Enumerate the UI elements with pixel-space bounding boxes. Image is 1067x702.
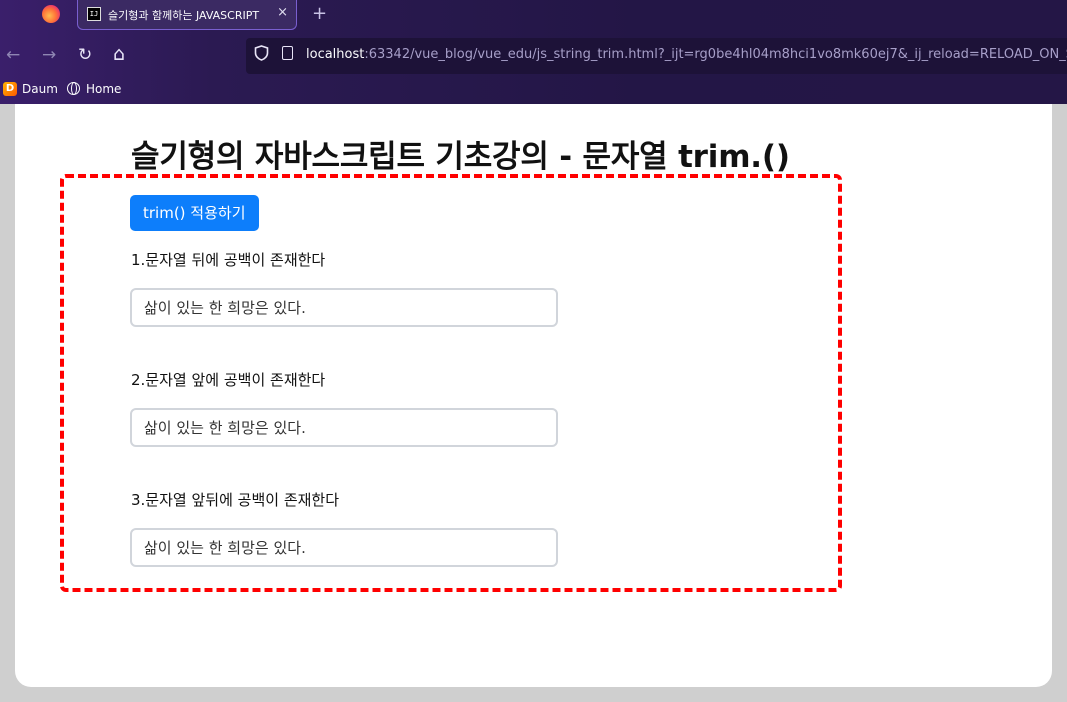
field-label-3: 3.문자열 앞뒤에 공백이 존재한다 [131, 491, 340, 509]
browser-chrome: IJ 슬기형과 함께하는 JAVASCRIPT × + ← → ↻ ⌂ loca… [0, 0, 1067, 104]
home-icon[interactable]: ⌂ [113, 43, 125, 65]
tab-strip: IJ 슬기형과 함께하는 JAVASCRIPT × + [0, 0, 1067, 30]
new-tab-icon[interactable]: + [312, 3, 327, 24]
page-info-icon[interactable] [282, 46, 293, 60]
forward-icon[interactable]: → [42, 45, 56, 65]
firefox-logo-icon[interactable] [42, 5, 60, 23]
string-input-2[interactable] [130, 408, 558, 447]
active-tab[interactable]: IJ 슬기형과 함께하는 JAVASCRIPT × [77, 0, 297, 30]
daum-icon: D [3, 82, 17, 96]
page-title: 슬기형의 자바스크립트 기초강의 - 문자열 trim.() [131, 139, 790, 175]
globe-icon [67, 82, 80, 95]
tab-title: 슬기형과 함께하는 JAVASCRIPT [108, 9, 260, 22]
bookmark-home[interactable]: Home [86, 82, 121, 96]
shield-icon[interactable] [254, 45, 269, 61]
field-label-1: 1.문자열 뒤에 공백이 존재한다 [131, 251, 326, 269]
url-path: :63342/vue_blog/vue_edu/js_string_trim.h… [364, 47, 1067, 62]
url-text[interactable]: localhost:63342/vue_blog/vue_edu/js_stri… [306, 47, 1067, 62]
string-input-1[interactable] [130, 288, 558, 327]
field-label-2: 2.문자열 앞에 공백이 존재한다 [131, 371, 326, 389]
back-icon[interactable]: ← [6, 45, 20, 65]
string-input-3[interactable] [130, 528, 558, 567]
url-host: localhost [306, 47, 365, 62]
bookmark-daum[interactable]: Daum [22, 82, 58, 96]
reload-icon[interactable]: ↻ [78, 45, 92, 65]
trim-apply-button[interactable]: trim() 적용하기 [130, 195, 259, 231]
tab-close-icon[interactable]: × [277, 5, 288, 20]
intellij-favicon-icon: IJ [87, 7, 101, 21]
